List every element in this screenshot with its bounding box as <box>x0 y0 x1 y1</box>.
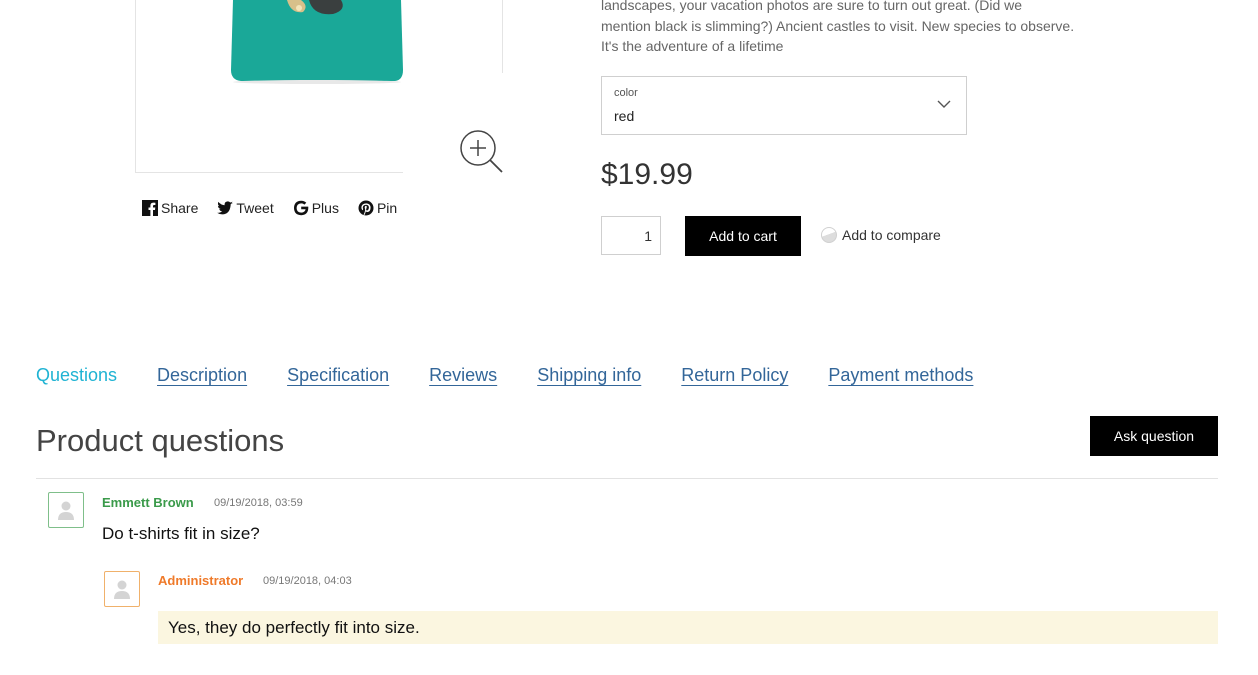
question-date: 09/19/2018, 03:59 <box>214 497 303 509</box>
answer-author: Administrator <box>158 573 244 588</box>
add-to-cart-button[interactable]: Add to cart <box>685 216 801 256</box>
color-select[interactable]: color red <box>601 76 967 135</box>
tab-reviews[interactable]: Reviews <box>429 365 497 386</box>
description-line: It's the adventure of a lifetime <box>601 38 784 54</box>
tab-shipping-info[interactable]: Shipping info <box>537 365 641 386</box>
tab-return-policy[interactable]: Return Policy <box>681 365 788 386</box>
product-description: landscapes, your vacation photos are sur… <box>601 0 1121 57</box>
add-to-compare-label: Add to compare <box>842 227 941 243</box>
product-image <box>231 0 403 84</box>
tab-questions[interactable]: Questions <box>36 365 117 386</box>
google-icon <box>293 200 309 216</box>
page-title: Product questions <box>36 423 285 458</box>
twitter-icon <box>217 201 234 215</box>
avatar <box>104 571 140 607</box>
tab-payment-methods[interactable]: Payment methods <box>828 365 973 386</box>
description-line: mention black is slimming?) Ancient cast… <box>601 17 1075 34</box>
ask-question-button[interactable]: Ask question <box>1090 416 1218 456</box>
description-line: landscapes, your vacation photos are sur… <box>601 0 1023 13</box>
divider <box>36 478 1218 479</box>
image-divider <box>502 0 503 73</box>
pinterest-icon <box>358 200 374 216</box>
answer-text: Yes, they do perfectly fit into size. <box>158 611 1218 644</box>
google-plus-share-label: Plus <box>311 200 339 216</box>
zoom-icon[interactable] <box>458 129 504 175</box>
chevron-down-icon <box>937 100 951 108</box>
twitter-share-label: Tweet <box>236 200 274 216</box>
google-plus-share-button[interactable]: Plus <box>293 200 339 216</box>
answer-date: 09/19/2018, 04:03 <box>263 575 352 587</box>
add-to-compare-button[interactable]: Add to compare <box>821 227 941 243</box>
question-author: Emmett Brown <box>102 495 194 510</box>
tab-specification[interactable]: Specification <box>287 365 389 386</box>
pinterest-share-label: Pin <box>376 200 398 216</box>
color-select-label: color <box>614 87 638 99</box>
facebook-share-label: Share <box>161 200 199 216</box>
color-select-value: red <box>614 108 635 124</box>
avatar <box>48 492 84 528</box>
product-price: $19.99 <box>601 158 693 191</box>
facebook-share-button[interactable]: Share <box>142 200 198 216</box>
product-tabs: Questions Description Specification Revi… <box>36 365 973 386</box>
question-text: Do t-shirts fit in size? <box>102 524 260 543</box>
pinterest-share-button[interactable]: Pin <box>358 200 397 216</box>
compare-icon <box>821 227 837 243</box>
user-icon <box>58 501 74 520</box>
twitter-share-button[interactable]: Tweet <box>217 200 274 216</box>
tab-description[interactable]: Description <box>157 365 247 386</box>
facebook-icon <box>142 200 158 216</box>
user-icon <box>114 580 130 599</box>
quantity-input[interactable] <box>601 216 661 255</box>
social-share-bar: Share Tweet Plus Pin <box>142 200 397 216</box>
